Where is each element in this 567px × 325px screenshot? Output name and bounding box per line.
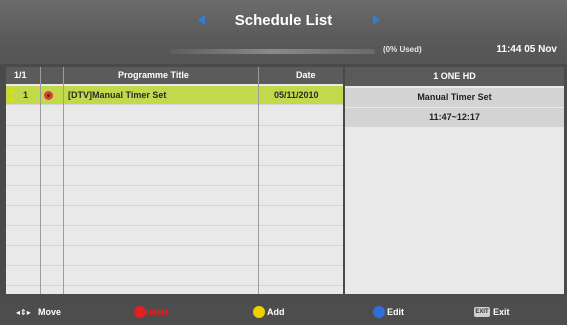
move-label: Move (38, 307, 62, 317)
column-header-title: Programme Title (118, 70, 189, 80)
header-bar: Schedule List (0% Used) 11:44 05 Nov (0, 0, 567, 64)
empty-row[interactable] (6, 127, 343, 146)
empty-row[interactable] (6, 147, 343, 166)
programme-info-panel: 1 ONE HD Manual Timer Set 11:47~12:17 (345, 67, 564, 294)
add-label: Add (267, 307, 285, 317)
empty-row[interactable] (6, 227, 343, 246)
column-divider (258, 67, 259, 294)
schedule-table: 1/1 Programme Title Date 1 [DTV]Manual T… (6, 67, 343, 294)
row-number: 1 (23, 90, 29, 100)
yellow-key-icon (253, 306, 265, 318)
column-header-date: Date (296, 70, 316, 80)
up-down-icon (8, 88, 14, 103)
row-date: 05/11/2010 (274, 90, 319, 100)
delete-label: Delete (142, 307, 170, 317)
blue-key-icon (373, 306, 385, 318)
empty-row[interactable] (6, 207, 343, 226)
programme-time: 11:47~12:17 (345, 108, 564, 127)
row-title: [DTV]Manual Timer Set (68, 90, 167, 100)
page-index: 1/1 (14, 70, 27, 80)
right-arrow-icon[interactable] (373, 15, 380, 25)
empty-row[interactable] (6, 167, 343, 186)
record-icon (44, 91, 53, 100)
move-arrows-icon: ◂⇕▸ (16, 308, 31, 317)
table-header: 1/1 Programme Title Date (6, 67, 343, 84)
channel-name: 1 ONE HD (345, 67, 564, 86)
storage-usage-text: (0% Used) (383, 45, 422, 54)
empty-row[interactable] (6, 247, 343, 266)
column-divider (63, 67, 64, 294)
edit-label: Edit (387, 307, 404, 317)
clock: 11:44 05 Nov (496, 44, 557, 55)
empty-row[interactable] (6, 187, 343, 206)
storage-usage-bar (170, 49, 375, 54)
exit-key-icon: EXIT (474, 307, 490, 317)
page-title: Schedule List (234, 12, 333, 29)
column-divider (40, 67, 41, 294)
exit-label: Exit (493, 307, 510, 317)
footer-bar: ◂⇕▸ Move Delete Add Edit EXIT Exit (0, 297, 567, 325)
programme-name: Manual Timer Set (345, 88, 564, 107)
empty-row[interactable] (6, 267, 343, 286)
empty-row[interactable] (6, 107, 343, 126)
table-row[interactable]: 1 [DTV]Manual Timer Set 05/11/2010 (6, 86, 343, 105)
